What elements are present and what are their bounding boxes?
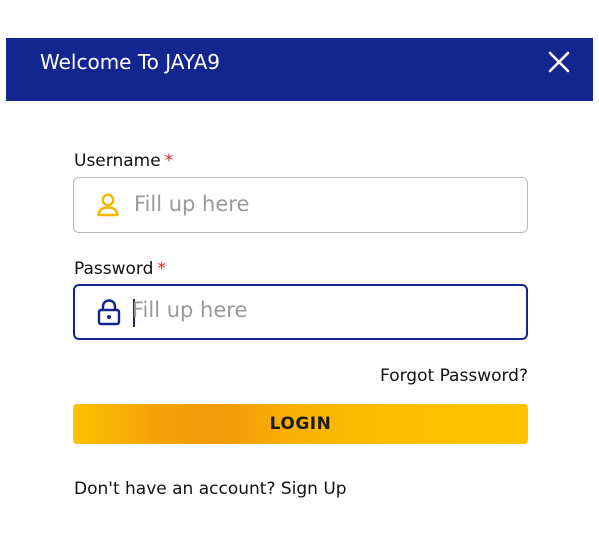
modal-title: Welcome To JAYA9 [40, 50, 220, 74]
close-icon [548, 51, 570, 73]
username-label: Username * [74, 150, 173, 172]
password-label-text: Password [74, 259, 154, 279]
signup-prompt: Don't have an account? Sign Up [74, 478, 347, 500]
login-button[interactable]: LOGIN [73, 404, 528, 444]
username-label-text: Username [74, 151, 161, 171]
signup-link[interactable]: Sign Up [281, 479, 347, 499]
password-input[interactable] [132, 292, 512, 328]
close-button[interactable] [547, 50, 571, 74]
password-label: Password * [74, 258, 166, 280]
password-required-mark: * [157, 259, 166, 279]
username-field[interactable] [73, 177, 528, 233]
forgot-password-link[interactable]: Forgot Password? [380, 365, 528, 387]
password-field[interactable] [73, 284, 528, 340]
username-input[interactable] [134, 186, 514, 222]
user-icon [94, 191, 122, 219]
signup-prompt-text: Don't have an account? [74, 479, 276, 499]
lock-icon [94, 297, 122, 326]
login-modal: Welcome To JAYA9 Username* Password* [0, 0, 599, 550]
login-button-label: LOGIN [269, 414, 332, 434]
modal-header: Welcome To JAYA9 [6, 38, 593, 101]
username-required-mark: * [164, 151, 174, 171]
